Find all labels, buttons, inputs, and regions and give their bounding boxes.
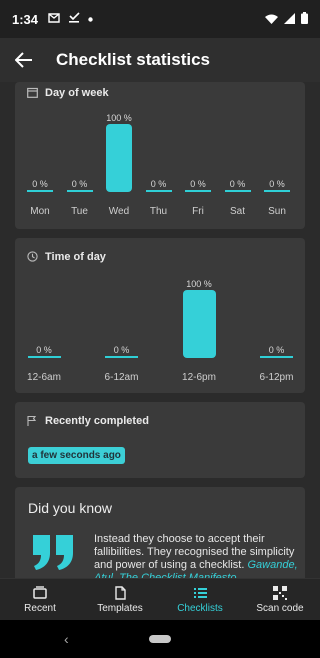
- system-back-icon[interactable]: ‹: [64, 631, 69, 647]
- inbox-icon: [32, 585, 48, 600]
- x-axis-label: Thu: [149, 206, 168, 217]
- bar-value-label: 0 %: [71, 179, 88, 189]
- bar-value-label: 0 %: [32, 179, 48, 189]
- status-time: 1:34: [12, 11, 39, 27]
- bar-fill: [185, 190, 211, 192]
- x-axis-label: Fri: [192, 206, 204, 217]
- quote-icon: [31, 533, 75, 573]
- recently-completed-title: Recently completed: [45, 415, 149, 427]
- battery-icon: [301, 11, 308, 27]
- nav-checklists-label: Checklists: [177, 602, 223, 614]
- quote-text: Instead they choose to accept their fall…: [94, 533, 299, 578]
- did-you-know-card: Did you know Instead they choose to acce…: [15, 487, 305, 578]
- bar-value-label: 0 %: [150, 179, 167, 189]
- flag-icon: [27, 415, 39, 427]
- bar-tue: 0 %: [66, 179, 93, 192]
- x-axis-label: Tue: [71, 206, 88, 217]
- bar-value-label: 0 %: [269, 179, 285, 189]
- bar-12-6am: 0 %: [27, 345, 61, 358]
- time-of-day-card: Time of day 0 % 12-6am 0 % 6-12am 100 % 12-6p…: [15, 238, 305, 393]
- document-icon: [112, 585, 128, 600]
- bar-6-12pm: 0 %: [260, 345, 293, 358]
- bar-fill: [106, 124, 132, 192]
- bottom-navigation: Recent Templates Checklists Scan code: [0, 578, 320, 620]
- bar-fill: [105, 356, 138, 358]
- bar-fill: [27, 190, 53, 192]
- bar-sun: 0 %: [264, 179, 290, 192]
- nav-scan-code[interactable]: Scan code: [240, 579, 320, 620]
- nav-scan-code-label: Scan code: [256, 602, 304, 614]
- did-you-know-title: Did you know: [28, 500, 113, 516]
- x-axis-label: 6-12pm: [259, 372, 294, 383]
- system-navigation-bar: ‹: [0, 620, 320, 658]
- nav-recent[interactable]: Recent: [0, 579, 80, 620]
- recently-completed-header: Recently completed: [15, 402, 305, 440]
- bar-fill: [224, 190, 251, 192]
- nav-checklists[interactable]: Checklists: [160, 579, 240, 620]
- day-of-week-card: Day of week 0 % Mon 0 % Tue 100 % Wed 0 % Thu 0 …: [15, 82, 305, 229]
- bar-value-label: 0 %: [113, 345, 130, 355]
- bar-mon: 0 %: [27, 179, 53, 192]
- x-axis-label: 12-6am: [27, 372, 61, 383]
- day-of-week-chart: 0 % Mon 0 % Tue 100 % Wed 0 % Thu 0 % Fri 0 % Sat 0 …: [15, 82, 305, 229]
- bar-value-label: 100 %: [186, 279, 212, 289]
- x-axis-label: Sat: [229, 206, 245, 217]
- x-axis-label: Sun: [268, 206, 286, 217]
- x-axis-label: 12-6pm: [182, 372, 216, 383]
- bar-value-label: 0 %: [190, 179, 206, 189]
- signal-icon: [284, 12, 295, 27]
- bar-value-label: 0 %: [36, 345, 52, 355]
- bar-fill: [264, 190, 290, 192]
- bar-fill: [182, 290, 216, 358]
- bar-fill: [66, 190, 93, 192]
- completed-time-badge[interactable]: a few seconds ago: [28, 447, 125, 464]
- bar-12-6pm: 100 %: [182, 279, 216, 358]
- notification-dot-icon: [88, 13, 93, 25]
- bar-value-label: 0 %: [268, 345, 285, 355]
- gmail-icon: [48, 12, 60, 26]
- bar-thu: 0 %: [145, 179, 172, 192]
- bar-fill: [27, 356, 61, 358]
- bar-wed: 100 %: [106, 113, 132, 192]
- download-done-icon: [68, 12, 80, 26]
- system-home-pill[interactable]: [149, 635, 171, 643]
- nav-templates-label: Templates: [97, 602, 143, 614]
- bar-value-label: 100 %: [106, 113, 132, 123]
- back-arrow-icon[interactable]: [12, 48, 36, 72]
- bar-fill: [145, 190, 172, 192]
- x-axis-label: 6-12am: [104, 372, 139, 383]
- app-bar: Checklist statistics: [0, 38, 320, 82]
- x-axis-label: Wed: [108, 206, 130, 217]
- x-axis-label: Mon: [30, 206, 50, 217]
- recently-completed-card: Recently completed a few seconds ago: [15, 402, 305, 478]
- bar-value-label: 0 %: [229, 179, 246, 189]
- list-icon: [192, 586, 208, 600]
- statistics-scroll-area[interactable]: Day of week 0 % Mon 0 % Tue 100 % Wed 0 % Thu 0 …: [0, 82, 320, 578]
- time-of-day-chart: 0 % 12-6am 0 % 6-12am 100 % 12-6pm 0 % 6-12pm: [15, 238, 305, 393]
- bar-sat: 0 %: [224, 179, 251, 192]
- wifi-icon: [265, 12, 278, 27]
- nav-recent-label: Recent: [24, 602, 56, 614]
- status-bar: 1:34: [0, 0, 320, 38]
- qr-code-icon: [272, 585, 288, 600]
- bar-6-12am: 0 %: [105, 345, 138, 358]
- nav-templates[interactable]: Templates: [80, 579, 160, 620]
- page-title: Checklist statistics: [56, 50, 211, 69]
- bar-fill: [260, 356, 293, 358]
- bar-fri: 0 %: [185, 179, 211, 192]
